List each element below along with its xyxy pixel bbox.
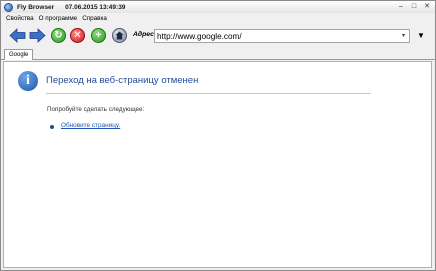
page-heading: Переход на веб-страницу отменен: [46, 75, 199, 86]
browser-window: Fly Browser 07.06.2015 13:49:39 – □ ✕ Св…: [0, 0, 436, 271]
tab-strip: Google: [1, 48, 435, 60]
forward-button[interactable]: [29, 27, 46, 44]
app-name: Fly Browser: [17, 3, 55, 11]
arrow-right-icon: [29, 28, 46, 43]
go-menu-icon[interactable]: ▼: [414, 30, 428, 42]
window-title: Fly Browser 07.06.2015 13:49:39: [17, 4, 125, 11]
page-content: i Переход на веб-страницу отменен Попроб…: [3, 61, 432, 268]
window-datetime: 07.06.2015 13:49:39: [65, 3, 126, 11]
new-tab-button[interactable]: +: [90, 27, 107, 44]
back-button[interactable]: [9, 27, 26, 44]
address-dropdown-icon[interactable]: ▾: [399, 31, 408, 42]
menu-item-about[interactable]: О программе: [39, 15, 78, 22]
window-controls: – □ ✕: [395, 2, 433, 11]
refresh-page-link[interactable]: Обновите страницу.: [61, 122, 120, 129]
minimize-icon[interactable]: –: [395, 2, 407, 11]
info-icon: i: [18, 71, 38, 91]
home-icon: [112, 28, 127, 43]
home-button[interactable]: [111, 27, 128, 44]
maximize-icon[interactable]: □: [408, 2, 420, 11]
close-icon[interactable]: ✕: [421, 2, 433, 11]
stop-button[interactable]: ✕: [69, 27, 86, 44]
tab-google[interactable]: Google: [4, 49, 34, 60]
menu-item-help[interactable]: Справка: [82, 15, 107, 22]
app-logo-icon: [4, 2, 13, 12]
divider: [46, 93, 371, 94]
address-bar[interactable]: ▾: [154, 29, 410, 43]
refresh-icon: ↻: [51, 28, 66, 43]
suggestion-text: Попробуйте сделать следующее:: [47, 106, 145, 113]
arrow-left-icon: [9, 28, 26, 43]
refresh-button[interactable]: ↻: [50, 27, 67, 44]
plus-icon: +: [91, 28, 106, 43]
stop-icon: ✕: [70, 28, 85, 43]
address-input[interactable]: [157, 31, 397, 42]
bullet-icon: [50, 125, 54, 129]
menu-bar: Свойства О программе Справка: [1, 13, 435, 24]
address-label: Адрес: [133, 31, 154, 38]
menu-item-properties[interactable]: Свойства: [6, 15, 34, 22]
title-bar: Fly Browser 07.06.2015 13:49:39 – □ ✕: [1, 1, 435, 13]
